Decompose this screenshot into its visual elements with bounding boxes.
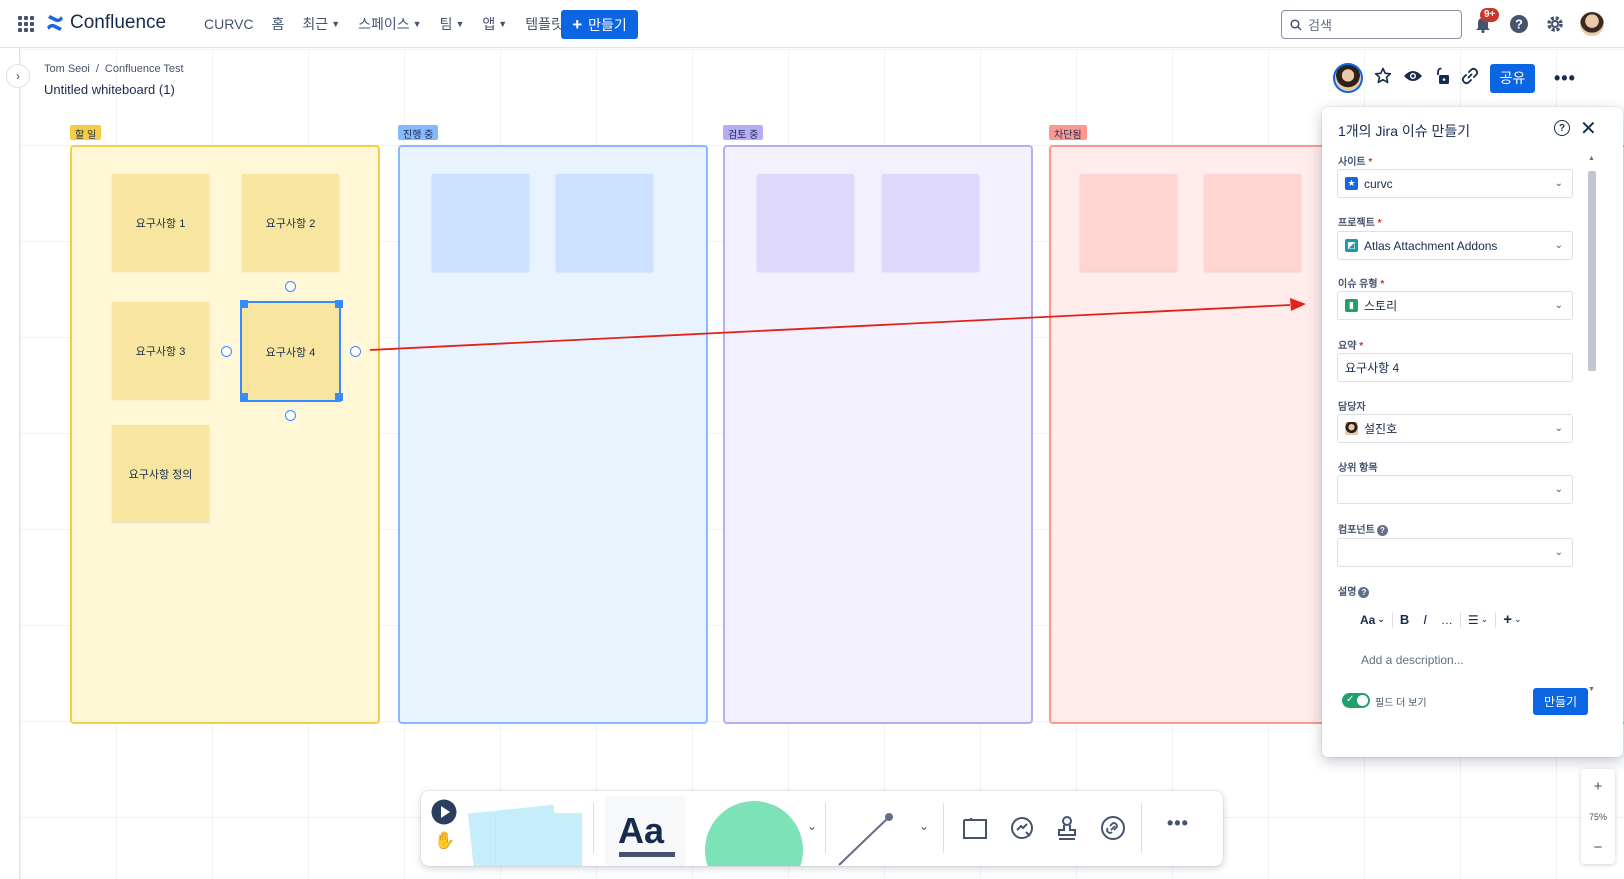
check-icon: ✓	[1346, 694, 1355, 705]
whiteboard-toolbar: ✋ Aa ⌄ ⌄ •••	[421, 791, 1223, 866]
field-label-component: 컴포넌트?	[1338, 521, 1388, 536]
bullet-list-icon: ☰	[1467, 612, 1479, 627]
stamp-icon[interactable]	[1055, 815, 1079, 841]
frame-tool-icon[interactable]	[962, 816, 988, 840]
scroll-down-icon[interactable]: ▼	[1588, 686, 1595, 693]
bold-button[interactable]: B	[1393, 612, 1416, 627]
text-style-label: Aa	[1360, 612, 1376, 627]
site-star-icon: ★	[1345, 177, 1358, 190]
chevron-down-icon: ⌄	[1554, 547, 1563, 558]
sticky-note-tool[interactable]	[496, 813, 582, 866]
shape-tool[interactable]	[705, 801, 803, 866]
list-button[interactable]: ☰ ⌄	[1461, 613, 1495, 627]
help-icon[interactable]: ?	[1376, 524, 1388, 536]
assignee-avatar	[1345, 422, 1358, 435]
text-style-button[interactable]: Aa ⌄	[1353, 613, 1392, 627]
jira-smart-link-icon[interactable]	[1009, 815, 1035, 841]
issue-type-select[interactable]: ▮ 스토리 ⌄	[1337, 291, 1573, 320]
link-tool-icon[interactable]	[1100, 815, 1126, 841]
chevron-down-icon: ⌄	[1554, 240, 1563, 251]
field-label-project: 프로젝트 *	[1338, 218, 1382, 229]
field-label-summary: 요약 *	[1338, 341, 1364, 352]
project-select[interactable]: ◩ Atlas Attachment Addons ⌄	[1337, 231, 1573, 260]
chevron-down-icon: ⌄	[1513, 614, 1522, 624]
jira-create-issue-panel: 1개의 Jira 이슈 만들기 ? ✕ ▲ ▼ 사이트 * ★ curvc ⌄ …	[1322, 107, 1623, 757]
assignee-select[interactable]: 설진호 ⌄	[1337, 414, 1573, 443]
close-icon[interactable]: ✕	[1580, 116, 1597, 141]
assignee-value: 설진호	[1364, 422, 1398, 436]
italic-button[interactable]: I	[1416, 612, 1434, 627]
chevron-down-icon: ⌄	[1554, 423, 1563, 434]
story-icon: ▮	[1345, 299, 1358, 312]
chevron-down-icon[interactable]: ⌄	[919, 819, 929, 833]
description-editor[interactable]: Add a description...	[1361, 653, 1464, 667]
help-icon[interactable]: ?	[1554, 120, 1570, 136]
help-icon[interactable]: ?	[1358, 586, 1370, 598]
scrollbar-thumb[interactable]	[1588, 171, 1596, 371]
project-value: Atlas Attachment Addons	[1364, 238, 1498, 253]
chevron-down-icon[interactable]: ⌄	[807, 819, 817, 833]
field-label-parent: 상위 항목	[1338, 463, 1378, 474]
more-formatting-icon[interactable]: …	[1434, 613, 1460, 627]
line-tool[interactable]	[833, 805, 905, 866]
project-icon: ◩	[1345, 239, 1358, 252]
insert-button[interactable]: + ⌄	[1496, 611, 1528, 628]
hand-pan-icon[interactable]: ✋	[434, 831, 455, 851]
chevron-down-icon: ⌄	[1554, 178, 1563, 189]
text-tool[interactable]: Aa	[605, 796, 686, 866]
summary-value: 요구사항 4	[1345, 361, 1400, 375]
zoom-out-button[interactable]: −	[1594, 839, 1603, 856]
text-tool-label: Aa	[618, 810, 665, 851]
zoom-controls: + 75% −	[1581, 769, 1615, 864]
site-select[interactable]: ★ curvc ⌄	[1337, 169, 1573, 198]
scroll-up-icon[interactable]: ▲	[1588, 155, 1595, 162]
parent-select[interactable]: ⌄	[1337, 475, 1573, 504]
field-label-site: 사이트 *	[1338, 157, 1373, 168]
cursor-icon	[431, 799, 457, 825]
chevron-down-icon: ⌄	[1480, 614, 1489, 624]
field-label-assignee: 담당자	[1338, 402, 1366, 413]
more-fields-toggle[interactable]: ✓	[1342, 693, 1370, 708]
zoom-level[interactable]: 75%	[1589, 812, 1607, 822]
select-tool[interactable]	[431, 799, 457, 830]
zoom-in-button[interactable]: +	[1594, 778, 1603, 795]
field-label-issue-type: 이슈 유형 *	[1338, 279, 1385, 290]
panel-scrollbar[interactable]: ▲ ▼	[1586, 155, 1596, 693]
component-select[interactable]: ⌄	[1337, 538, 1573, 567]
more-fields-label: 필드 더 보기	[1375, 698, 1427, 709]
create-issue-button[interactable]: 만들기	[1533, 688, 1588, 715]
field-label-description: 설명?	[1338, 583, 1370, 598]
more-tools-icon[interactable]: •••	[1167, 813, 1189, 834]
chevron-down-icon: ⌄	[1554, 484, 1563, 495]
site-value: curvc	[1364, 176, 1393, 191]
summary-input[interactable]: 요구사항 4	[1337, 353, 1573, 382]
chevron-down-icon: ⌄	[1377, 614, 1385, 624]
description-editor-toolbar: Aa ⌄ B I … ☰ ⌄ + ⌄	[1337, 605, 1573, 634]
issue-type-value: 스토리	[1364, 299, 1398, 313]
chevron-down-icon: ⌄	[1554, 300, 1563, 311]
plus-icon: +	[1503, 611, 1512, 628]
panel-title: 1개의 Jira 이슈 만들기	[1338, 123, 1471, 139]
